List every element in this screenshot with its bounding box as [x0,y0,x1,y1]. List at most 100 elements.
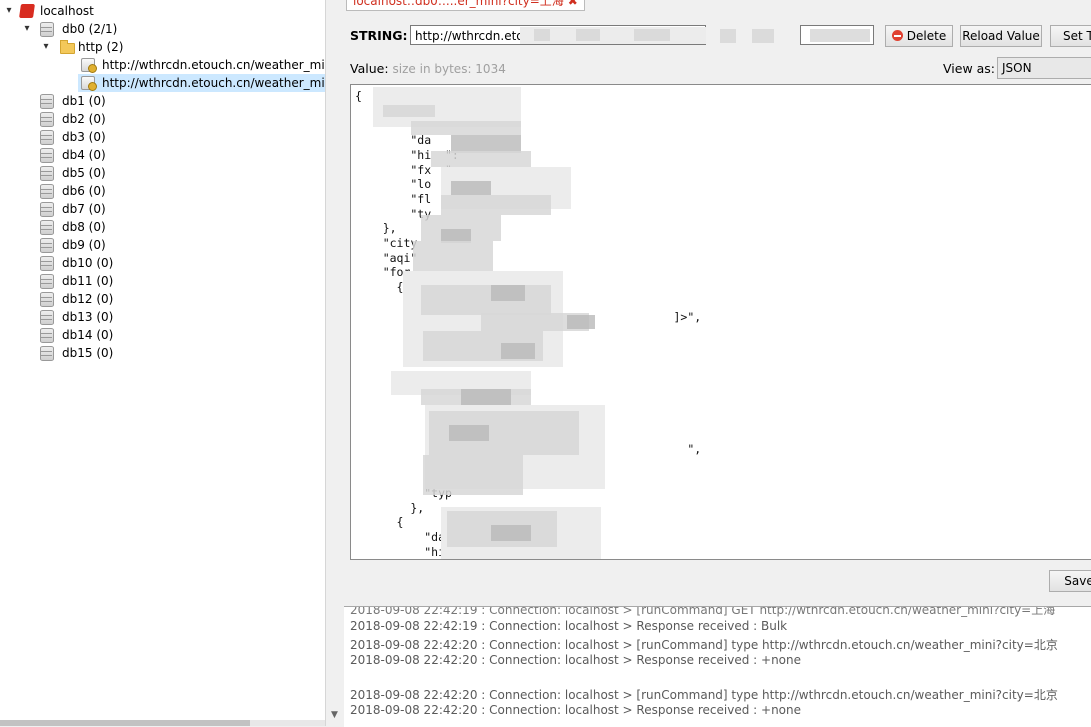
db-label: db7 (0) [62,202,106,216]
database-icon [40,292,54,307]
tree-db-item[interactable]: db6 (0) [0,182,325,200]
log-line: 2018-09-08 22:42:20 : Connection: localh… [350,703,802,717]
redacted-area [491,285,525,301]
set-ttl-button[interactable]: Set TTL [1050,25,1091,47]
value-label: Value: [350,61,389,76]
redacted-area [383,105,435,117]
db-label: db2 (0) [62,112,106,126]
tree-horizontal-scrollbar[interactable] [0,720,325,726]
tree-folder-http[interactable]: ▾ http (2) [0,38,325,56]
db-label: db3 (0) [62,130,106,144]
log-panel[interactable]: 2018-09-08 22:42:19 : Connection: localh… [344,606,1091,727]
db-label: db15 (0) [62,346,114,360]
key-label: http://wthrcdn.etouch.cn/weather_mini?ci… [102,58,325,72]
database-icon [40,202,54,217]
scroll-thumb[interactable] [0,720,250,726]
string-key-icon [81,58,97,73]
redacted-area [451,181,491,195]
redacted-area [411,121,521,135]
redacted-area [567,315,595,329]
database-icon [40,220,54,235]
redacted-area [461,389,511,405]
tree-db-item[interactable]: db4 (0) [0,146,325,164]
database-icon [40,274,54,289]
value-header: Value: size in bytes: 1034 [350,61,506,76]
redacted-area [576,29,600,41]
key-label: http://wthrcdn.etouch.cn/weather_mini?ci… [102,76,325,90]
tab-key[interactable]: localhost::db0::...er_mini?city=上海 ✖ [346,0,585,11]
tree-db-item[interactable]: db3 (0) [0,128,325,146]
db-label: db5 (0) [62,166,106,180]
redacted-area [720,29,736,43]
view-as-select[interactable]: JSON [997,57,1091,79]
database-icon [40,346,54,361]
tree-db0[interactable]: ▾ db0 (2/1) [0,20,325,38]
redacted-area [810,29,870,42]
tree-db-item[interactable]: db1 (0) [0,92,325,110]
scroll-down-arrow-icon[interactable]: ▼ [331,710,338,720]
redacted-area [534,29,550,41]
log-line-partial: 2018-09-08 22:42:19 : Connection: localh… [350,606,1056,617]
save-label: Save [1064,574,1091,588]
tree-db-item[interactable]: db5 (0) [0,164,325,182]
splitter[interactable]: ▼ [325,0,344,726]
tree-db-item[interactable]: db11 (0) [0,272,325,290]
database-icon [40,184,54,199]
db-label: db4 (0) [62,148,106,162]
db-label: db13 (0) [62,310,114,324]
tree-db-item[interactable]: db15 (0) [0,344,325,362]
tree-db-item[interactable]: db12 (0) [0,290,325,308]
log-line: 2018-09-08 22:42:20 : Connection: localh… [350,637,1058,652]
reload-value-button[interactable]: Reload Value [960,25,1042,47]
database-icon [40,130,54,145]
log-line: 2018-09-08 22:42:20 : Connection: localh… [350,688,1058,703]
db-label: db12 (0) [62,292,114,306]
redacted-area [413,241,493,271]
key-name-value: http://wthrcdn.eto [415,29,524,43]
tree-db-item[interactable]: db14 (0) [0,326,325,344]
set-ttl-label: Set TTL [1063,29,1091,43]
tree-key-item[interactable]: http://wthrcdn.etouch.cn/weather_mini?ci… [78,56,325,74]
redis-server-icon [19,4,35,18]
db-label: db0 (2/1) [62,22,118,36]
redacted-area [501,343,535,359]
log-line: 2018-09-08 22:42:20 : Connection: localh… [350,652,802,667]
db-label: db8 (0) [62,220,106,234]
close-tab-icon[interactable]: ✖ [568,0,578,8]
reload-label: Reload Value [962,29,1040,43]
size-hint: size in bytes: 1034 [392,62,506,76]
tree-server-localhost[interactable]: ▾ localhost [0,2,325,20]
view-as-value: JSON [1002,61,1032,75]
redacted-area [634,29,670,41]
database-icon [40,256,54,271]
key-type-label: STRING: [350,28,408,43]
db-label: db1 (0) [62,94,106,108]
delete-button[interactable]: Delete [885,25,953,47]
tree-db-item[interactable]: db7 (0) [0,200,325,218]
redacted-area [423,455,523,495]
server-label: localhost [40,4,94,18]
redacted-area [421,285,551,315]
tree-db-item[interactable]: db10 (0) [0,254,325,272]
save-button[interactable]: Save [1049,570,1091,592]
db-label: db6 (0) [62,184,106,198]
collapse-arrow-icon[interactable]: ▾ [41,38,51,56]
folder-label: http (2) [78,40,124,54]
database-icon [40,238,54,253]
database-icon [40,328,54,343]
collapse-arrow-icon[interactable]: ▾ [22,20,32,38]
value-editor[interactable]: { "da "hi ": "fx " "lo : "fl / "ty }, "c… [350,84,1091,560]
tree-db-item[interactable]: db8 (0) [0,218,325,236]
tree-db-item[interactable]: db2 (0) [0,110,325,128]
redacted-area [441,195,551,215]
tree-key-item-selected[interactable]: http://wthrcdn.etouch.cn/weather_mini?ci… [78,74,325,92]
db-label: db14 (0) [62,328,114,342]
delete-icon [891,30,903,41]
redacted-area [431,151,531,167]
tree-db-item[interactable]: db9 (0) [0,236,325,254]
collapse-arrow-icon[interactable]: ▾ [4,2,14,20]
database-icon [40,94,54,109]
tree-db-item[interactable]: db13 (0) [0,308,325,326]
connection-tree[interactable]: ▾ localhost ▾ db0 (2/1) ▾ http (2) http:… [0,0,325,726]
db-label: db11 (0) [62,274,114,288]
